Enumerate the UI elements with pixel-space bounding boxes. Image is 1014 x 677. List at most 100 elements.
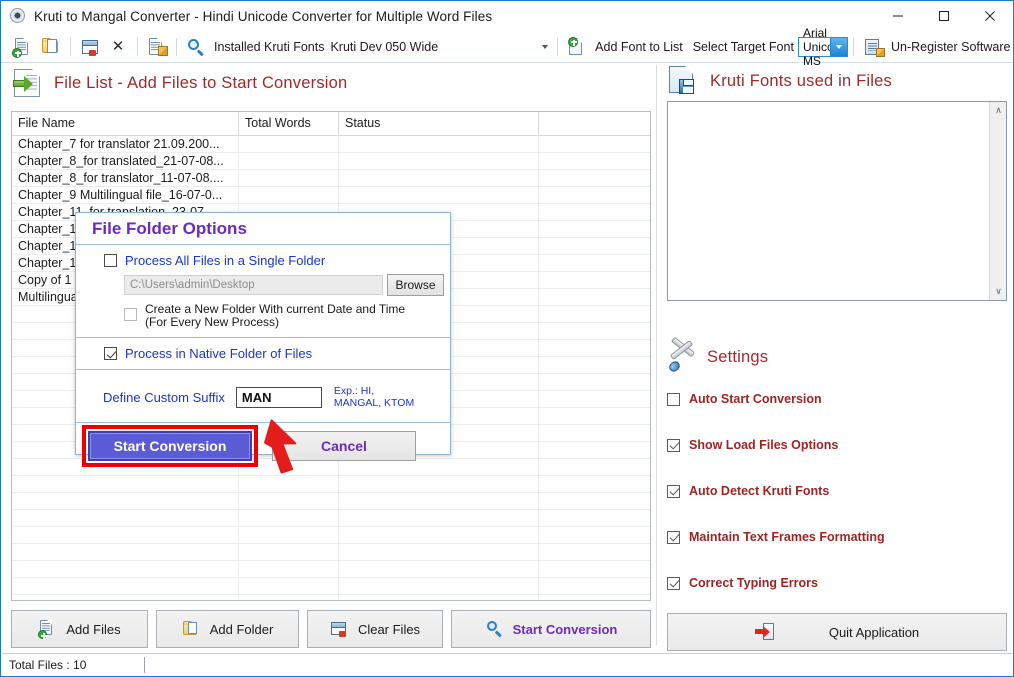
close-button[interactable]: [967, 1, 1013, 31]
dialog-start-conversion-button[interactable]: Start Conversion: [88, 431, 252, 461]
unregister-software-label[interactable]: Un-Register Software: [891, 40, 1011, 54]
setting-checkbox[interactable]: [667, 530, 680, 544]
table-cell: [239, 493, 339, 510]
setting-checkbox[interactable]: [667, 484, 680, 498]
table-cell: [539, 510, 650, 527]
scroll-down-icon[interactable]: ∨: [990, 283, 1007, 300]
column-header-file-name[interactable]: File Name: [12, 112, 239, 136]
app-logo-icon: [10, 8, 26, 24]
toolbar-separator: [70, 37, 71, 56]
scroll-up-icon[interactable]: ∧: [990, 102, 1007, 119]
table-cell: [339, 527, 539, 544]
table-cell: Chapter_7 for translator 21.09.200...: [12, 136, 239, 153]
exit-icon: [754, 622, 775, 642]
unregister-icon[interactable]: [862, 36, 885, 58]
setting-row-1[interactable]: Show Load Files Options: [667, 438, 838, 452]
setting-checkbox[interactable]: [667, 438, 680, 452]
table-cell: [339, 170, 539, 187]
table-cell: [339, 459, 539, 476]
target-font-select[interactable]: Arial Unicode MS: [797, 26, 848, 68]
setting-row-0[interactable]: Auto Start Conversion: [667, 392, 822, 406]
single-folder-checkbox[interactable]: [104, 254, 117, 267]
start-conversion-wrapper: Start Conversion: [82, 425, 258, 467]
table-cell: [12, 459, 239, 476]
column-header-status[interactable]: Status: [339, 112, 539, 136]
table-cell: [239, 136, 339, 153]
table-row[interactable]: Chapter_7 for translator 21.09.200...: [12, 136, 650, 153]
add-files-icon: [38, 619, 58, 639]
window-controls: [875, 1, 1013, 31]
installed-fonts-dropdown-arrow[interactable]: [538, 37, 552, 57]
table-cell: [539, 272, 650, 289]
browse-button[interactable]: Browse: [387, 274, 444, 296]
suffix-label: Define Custom Suffix: [103, 389, 225, 405]
table-cell: [539, 340, 650, 357]
edit-icon[interactable]: [146, 36, 168, 58]
table-cell: [12, 510, 239, 527]
table-cell: [339, 153, 539, 170]
table-row[interactable]: Chapter_8_for translated_21-07-08...: [12, 153, 650, 170]
close-x-icon[interactable]: ✕: [107, 36, 129, 58]
table-cell: [539, 544, 650, 561]
native-folder-row[interactable]: Process in Native Folder of Files: [76, 346, 450, 361]
native-folder-checkbox[interactable]: [104, 347, 117, 360]
table-row-empty: [12, 493, 650, 510]
settings-heading-text: Settings: [707, 347, 769, 366]
search-icon[interactable]: [185, 36, 207, 58]
start-conversion-button[interactable]: Start Conversion: [451, 610, 651, 648]
kruti-fonts-list[interactable]: ∧ ∨: [667, 101, 1007, 301]
table-cell: [239, 153, 339, 170]
add-folder-icon[interactable]: [40, 36, 62, 58]
table-cell: [339, 510, 539, 527]
add-files-button[interactable]: Add Files: [11, 610, 148, 648]
setting-label: Auto Detect Kruti Fonts: [689, 484, 830, 498]
kruti-fonts-scrollbar[interactable]: ∧ ∨: [989, 102, 1006, 300]
column-header-extra[interactable]: [539, 112, 650, 136]
table-cell: [539, 561, 650, 578]
installed-fonts-value: Kruti Dev 050 Wide: [330, 39, 439, 54]
single-folder-row[interactable]: Process All Files in a Single Folder: [76, 253, 450, 268]
table-cell: [539, 238, 650, 255]
select-target-font-label: Select Target Font: [692, 39, 794, 54]
quit-application-button[interactable]: Quit Application: [667, 613, 1007, 651]
clear-files-icon[interactable]: [79, 36, 101, 58]
add-font-to-list-label[interactable]: Add Font to List: [595, 40, 683, 54]
table-cell: [339, 476, 539, 493]
kruti-fonts-heading: Kruti Fonts used in Files: [667, 65, 892, 97]
table-cell: [539, 153, 650, 170]
maximize-button[interactable]: [921, 1, 967, 31]
add-files-icon[interactable]: [12, 36, 34, 58]
table-row[interactable]: Chapter_9 Multilingual file_16-07-0...: [12, 187, 650, 204]
table-cell: Chapter_8_for translated_21-07-08...: [12, 153, 239, 170]
clear-files-label: Clear Files: [357, 621, 421, 637]
table-cell: [12, 561, 239, 578]
table-cell: [539, 578, 650, 595]
setting-row-3[interactable]: Maintain Text Frames Formatting: [667, 530, 885, 544]
table-cell: [539, 136, 650, 153]
setting-checkbox[interactable]: [667, 392, 680, 406]
file-list-header: File Name Total Words Status: [12, 112, 650, 136]
chevron-down-icon[interactable]: [829, 37, 847, 56]
suffix-input[interactable]: MAN: [235, 386, 322, 408]
setting-checkbox[interactable]: [667, 576, 680, 590]
panel-divider: [656, 65, 657, 645]
toolbar-separator: [137, 37, 138, 56]
setting-row-4[interactable]: Correct Typing Errors: [667, 576, 818, 590]
table-row[interactable]: Chapter_8_for translator_11-07-08....: [12, 170, 650, 187]
new-folder-checkbox[interactable]: [124, 308, 137, 321]
quit-application-label: Quit Application: [828, 624, 920, 640]
folder-path-input[interactable]: C:\Users\admin\Desktop: [124, 275, 383, 295]
kruti-fonts-icon: [667, 65, 701, 97]
table-cell: [539, 408, 650, 425]
path-row: C:\Users\admin\Desktop Browse: [76, 268, 450, 296]
minimize-button[interactable]: [875, 1, 921, 31]
column-header-total-words[interactable]: Total Words: [239, 112, 339, 136]
add-folder-button[interactable]: Add Folder: [156, 610, 299, 648]
setting-label: Maintain Text Frames Formatting: [689, 530, 885, 544]
setting-row-2[interactable]: Auto Detect Kruti Fonts: [667, 484, 829, 498]
new-folder-row[interactable]: Create a New Folder With current Date an…: [76, 296, 450, 329]
dialog-section-single-folder: Process All Files in a Single Folder C:\…: [76, 245, 450, 338]
installed-fonts-label: Installed Kruti Fonts: [214, 39, 325, 54]
add-font-to-list-icon[interactable]: [566, 36, 588, 58]
clear-files-button[interactable]: Clear Files: [307, 610, 443, 648]
